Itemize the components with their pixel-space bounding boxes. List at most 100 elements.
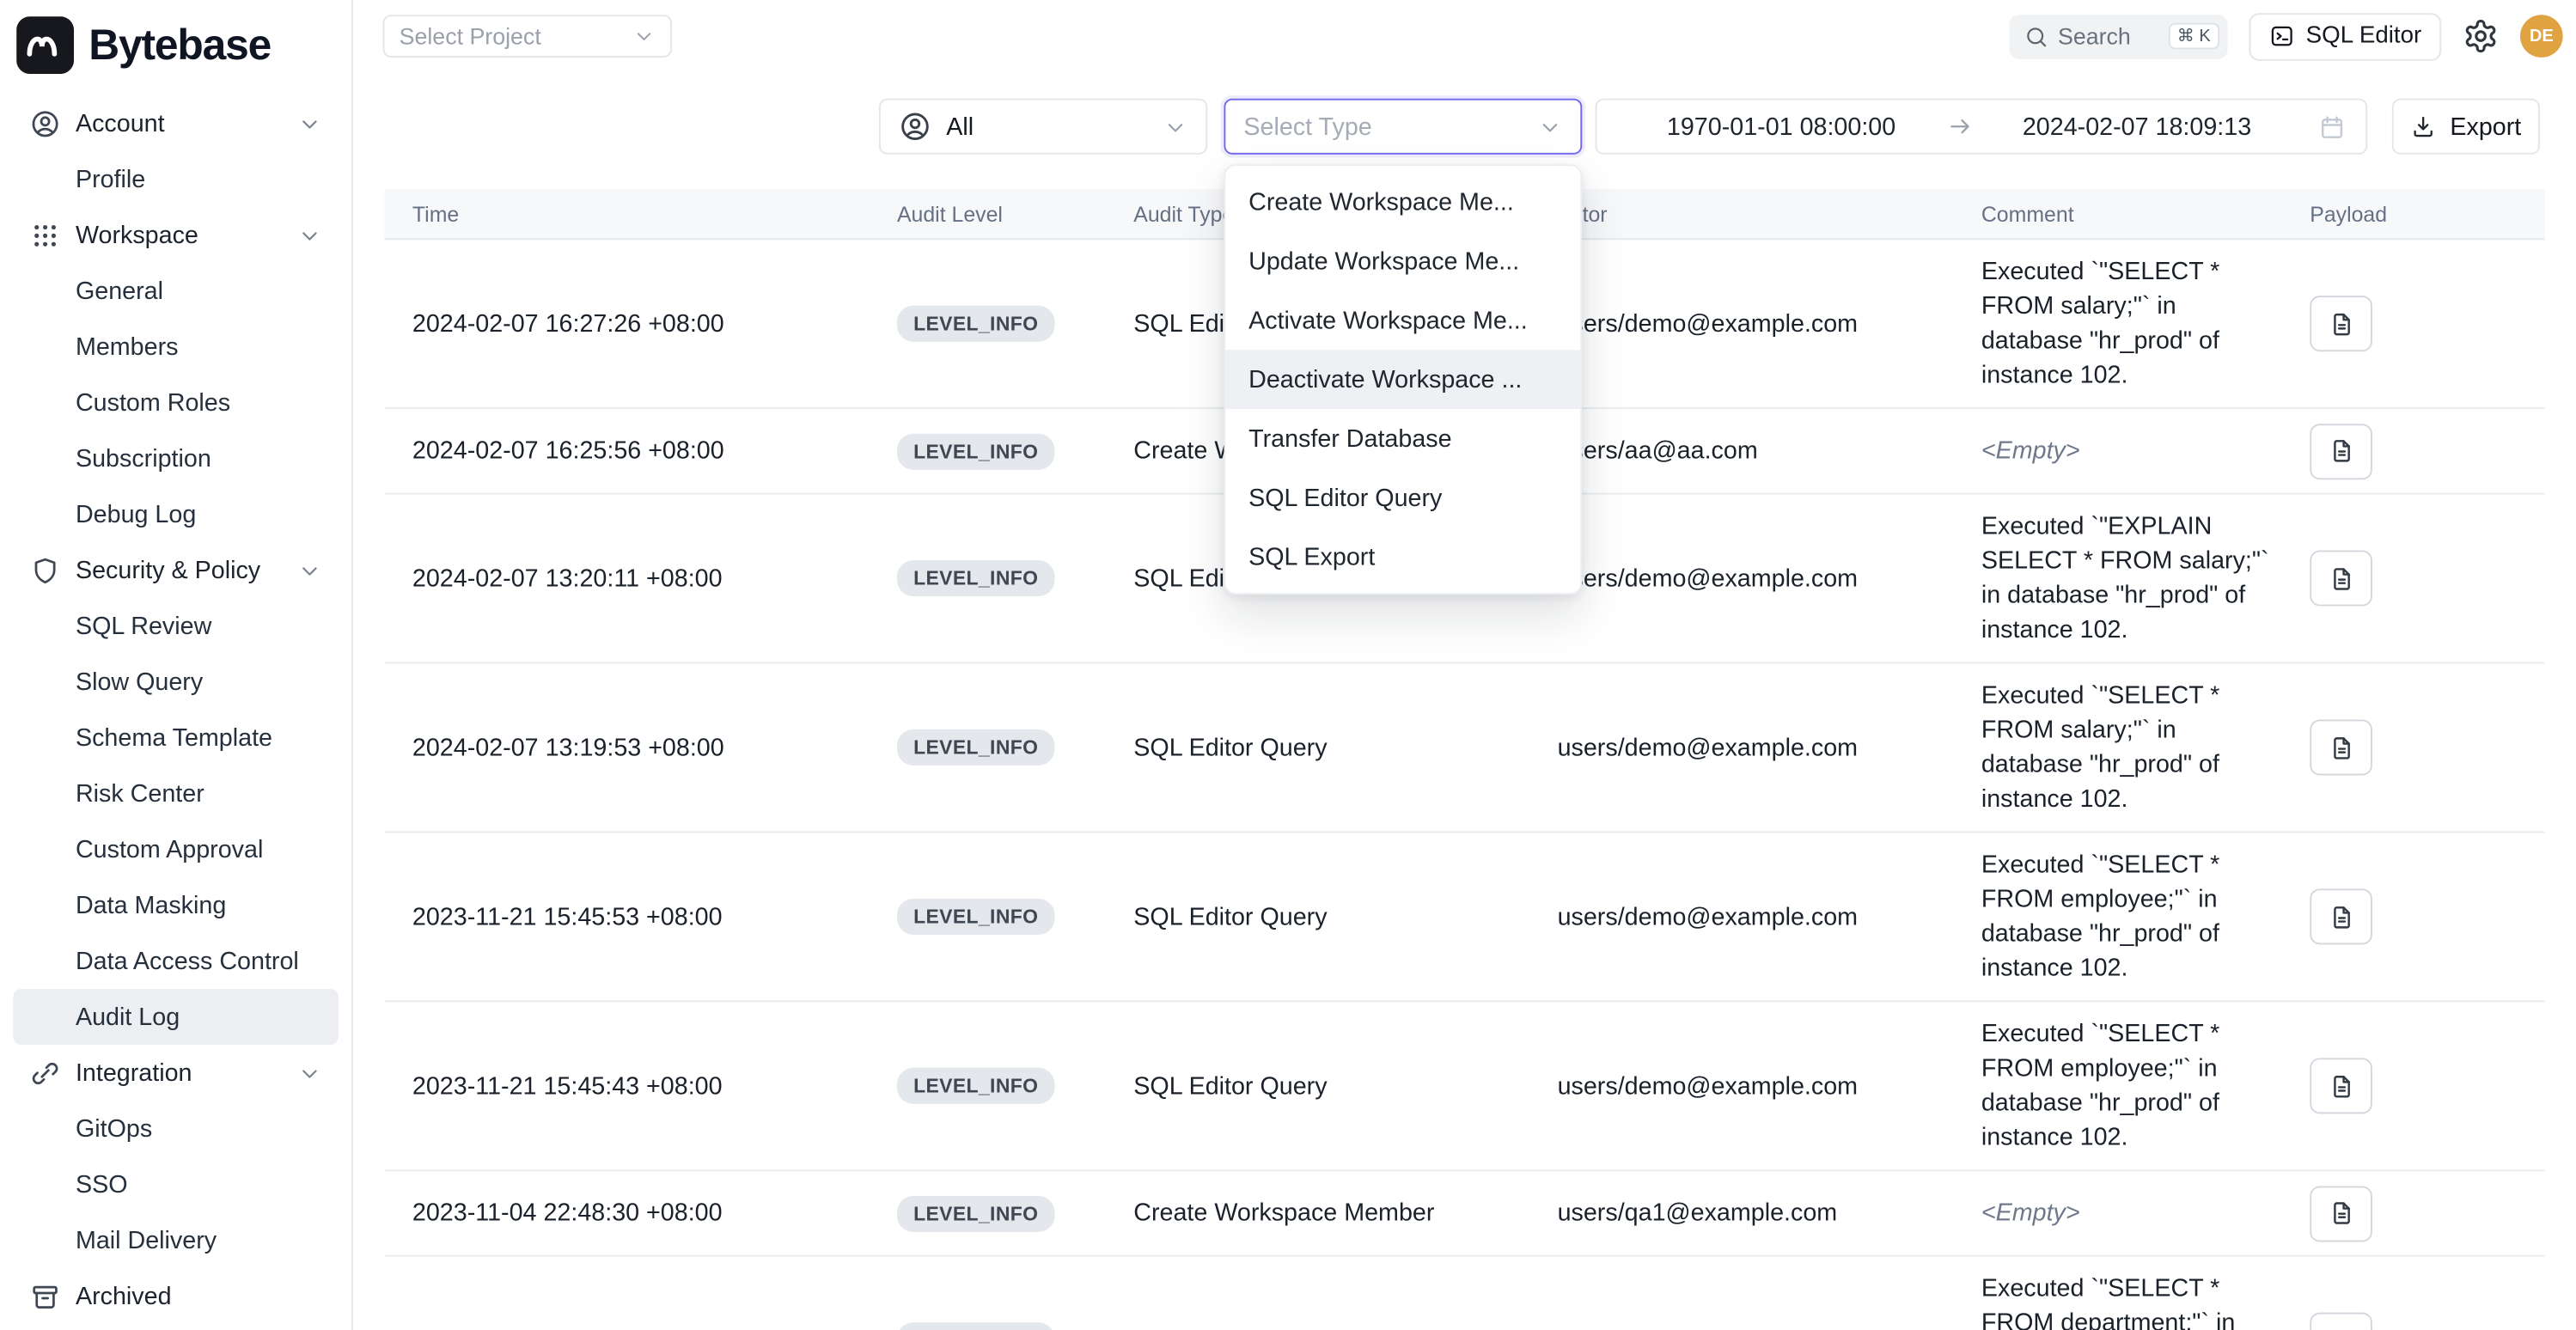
project-select[interactable]: Select Project [382, 15, 672, 58]
audit-type-select[interactable]: Select Type [1224, 99, 1582, 155]
sidebar-item-gitops[interactable]: GitOps [13, 1101, 339, 1156]
sidebar-item-general[interactable]: General [13, 263, 339, 319]
sidebar-item-custom-roles[interactable]: Custom Roles [13, 375, 339, 430]
cell-time: 2023-11-04 22:48:30 +08:00 [384, 1199, 869, 1228]
dropdown-option[interactable]: Transfer Database [1225, 409, 1580, 468]
file-icon [2327, 309, 2355, 338]
sidebar-item-schema-template[interactable]: Schema Template [13, 710, 339, 766]
sidebar-item-label: Risk Center [76, 779, 204, 808]
payload-view-button[interactable] [2310, 423, 2372, 479]
file-icon [2327, 1327, 2355, 1330]
sidebar-item-slow-query[interactable]: Slow Query [13, 654, 339, 710]
payload-view-button[interactable] [2310, 719, 2372, 775]
export-button[interactable]: Export [2392, 99, 2540, 155]
topbar: Select Project Search ⌘ K SQL Editor DE [355, 0, 2576, 72]
payload-view-button[interactable] [2310, 296, 2372, 351]
sidebar-item-label: Workspace [76, 221, 198, 249]
sidebar-item-debug-log[interactable]: Debug Log [13, 486, 339, 542]
cell-audit-level: LEVEL_INFO [869, 899, 1105, 935]
sidebar-item-subscription[interactable]: Subscription [13, 430, 339, 486]
sidebar-item-sso[interactable]: SSO [13, 1156, 339, 1212]
payload-view-button[interactable] [2310, 551, 2372, 607]
sidebar-item-label: Mail Delivery [76, 1226, 217, 1254]
sidebar-item-security-policy[interactable]: Security & Policy [13, 542, 339, 598]
sidebar-item-label: Subscription [76, 444, 211, 473]
sidebar-item-members[interactable]: Members [13, 319, 339, 375]
cell-audit-type: SQL Editor Query [1106, 1327, 1529, 1330]
table-row: 2024-02-07 13:19:53 +08:00 LEVEL_INFO SQ… [384, 663, 2544, 833]
sidebar-nav: Account Profile Workspace General Member… [0, 88, 351, 1324]
cell-comment: Executed `"EXPLAIN SELECT * FROM salary;… [1953, 495, 2281, 662]
date-from-value: 1970-01-01 08:00:00 [1616, 113, 1945, 141]
avatar[interactable]: DE [2520, 15, 2563, 58]
date-to-value: 2024-02-07 18:09:13 [1972, 113, 2301, 141]
logo[interactable]: Bytebase [0, 0, 351, 88]
level-badge: LEVEL_INFO [897, 1195, 1055, 1231]
cell-audit-level: LEVEL_INFO [869, 1322, 1105, 1330]
topbar-right: Search ⌘ K SQL Editor DE [2009, 12, 2563, 59]
sidebar-item-archived[interactable]: Archived [13, 1268, 339, 1324]
sidebar-item-profile[interactable]: Profile [13, 151, 339, 207]
project-select-value: Select Project [400, 23, 541, 50]
chevron-down-icon [297, 111, 322, 136]
cell-payload [2282, 1058, 2545, 1113]
payload-view-button[interactable] [2310, 1313, 2372, 1330]
cell-actor: users/demo@example.com [1529, 1072, 1953, 1101]
table-row: 2023-11-21 15:45:53 +08:00 LEVEL_INFO SQ… [384, 833, 2544, 1002]
sidebar-item-account[interactable]: Account [13, 95, 339, 151]
cell-audit-level: LEVEL_INFO [869, 1068, 1105, 1104]
sidebar-item-label: Account [76, 109, 165, 137]
payload-view-button[interactable] [2310, 1058, 2372, 1113]
cell-payload [2282, 1186, 2545, 1242]
sidebar-item-data-access-control[interactable]: Data Access Control [13, 933, 339, 989]
sidebar-item-label: Data Masking [76, 891, 226, 919]
cell-time: 2023-11-21 15:45:53 +08:00 [384, 903, 869, 931]
payload-view-button[interactable] [2310, 1186, 2372, 1242]
dropdown-option[interactable]: Activate Workspace Me... [1225, 290, 1580, 350]
sidebar-item-data-masking[interactable]: Data Masking [13, 877, 339, 933]
file-icon [2327, 1199, 2355, 1228]
sidebar-item-label: Debug Log [76, 500, 196, 528]
cell-actor: users/demo@example.com [1529, 1327, 1953, 1330]
cell-time: 2023-11-04 21:26:34 +08:00 [384, 1327, 869, 1330]
cell-audit-level: LEVEL_INFO [869, 433, 1105, 469]
search-placeholder: Search [2058, 23, 2131, 50]
column-header-audit-level: Audit Level [869, 201, 1105, 226]
payload-view-button[interactable] [2310, 888, 2372, 944]
sidebar-item-sql-review[interactable]: SQL Review [13, 598, 339, 654]
chevron-down-icon [297, 558, 322, 583]
search-input[interactable]: Search ⌘ K [2009, 14, 2227, 58]
arrow-right-icon [1946, 113, 1973, 140]
chevron-down-icon [297, 223, 322, 247]
gear-icon[interactable] [2463, 18, 2499, 54]
sidebar-item-mail-delivery[interactable]: Mail Delivery [13, 1212, 339, 1268]
level-badge: LEVEL_INFO [897, 1068, 1055, 1104]
sidebar-item-custom-approval[interactable]: Custom Approval [13, 821, 339, 877]
cell-comment: Executed `"SELECT * FROM salary;"` in da… [1953, 663, 2281, 831]
date-range-picker[interactable]: 1970-01-01 08:00:00 2024-02-07 18:09:13 [1596, 99, 2368, 155]
level-badge: LEVEL_INFO [897, 729, 1055, 766]
sidebar-item-label: Profile [76, 165, 145, 193]
cell-payload [2282, 423, 2545, 479]
cell-comment: Executed `"SELECT * FROM employee;"` in … [1953, 833, 2281, 1000]
sidebar-item-label: Security & Policy [76, 556, 260, 584]
cell-comment: Executed `"SELECT * FROM salary;"` in da… [1953, 240, 2281, 407]
table-row: 2023-11-21 15:45:43 +08:00 LEVEL_INFO SQ… [384, 1002, 2544, 1171]
dropdown-option[interactable]: SQL Export [1225, 528, 1580, 587]
dropdown-option[interactable]: Create Workspace Me... [1225, 173, 1580, 232]
sidebar-item-risk-center[interactable]: Risk Center [13, 766, 339, 821]
sidebar-item-audit-log[interactable]: Audit Log [13, 989, 339, 1045]
level-badge: LEVEL_INFO [897, 306, 1055, 342]
user-icon [29, 107, 60, 138]
cell-actor: users/demo@example.com [1529, 564, 1953, 593]
app-window: Bytebase Account Profile Workspace Gener… [0, 0, 2576, 1330]
dropdown-option[interactable]: SQL Editor Query [1225, 468, 1580, 528]
column-header-comment: Comment [1953, 201, 2281, 226]
dropdown-option[interactable]: Update Workspace Me... [1225, 232, 1580, 291]
sidebar-item-workspace[interactable]: Workspace [13, 207, 339, 263]
actor-scope-select[interactable]: All [879, 99, 1207, 155]
sidebar-item-integration[interactable]: Integration [13, 1045, 339, 1101]
sql-editor-button[interactable]: SQL Editor [2249, 12, 2441, 59]
sidebar-item-label: Data Access Control [76, 947, 299, 975]
dropdown-option[interactable]: Deactivate Workspace ... [1225, 350, 1580, 409]
